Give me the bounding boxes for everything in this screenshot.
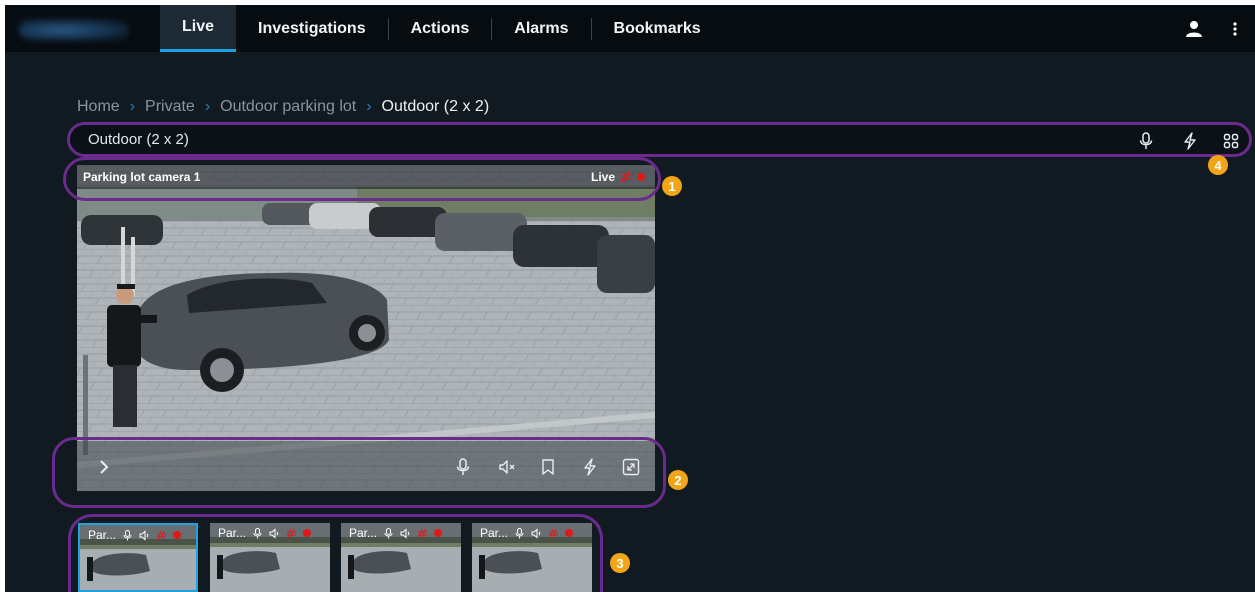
bookmark-icon[interactable] — [539, 458, 557, 476]
motion-icon — [549, 528, 559, 538]
thumbnail-header: Par... — [472, 523, 592, 543]
user-icon[interactable] — [1185, 20, 1203, 38]
camera-thumbnail-4[interactable]: Par... — [472, 523, 592, 592]
tab-alarms[interactable]: Alarms — [492, 5, 590, 52]
breadcrumb: Home › Private › Outdoor parking lot › O… — [77, 97, 489, 117]
microphone-icon — [123, 529, 132, 540]
camera-thumbnail-1[interactable]: Par... — [78, 523, 198, 592]
tab-investigations[interactable]: Investigations — [236, 5, 388, 52]
lightning-icon[interactable] — [1182, 132, 1198, 150]
thumbnail-label: Par... — [349, 526, 378, 540]
tab-actions[interactable]: Actions — [389, 5, 492, 52]
speaker-icon — [139, 529, 149, 541]
kebab-menu-icon[interactable] — [1232, 21, 1238, 37]
tab-live[interactable]: Live — [160, 5, 237, 52]
breadcrumb-outdoor-parking-lot[interactable]: Outdoor parking lot — [220, 98, 356, 116]
thumbnail-header: Par... — [341, 523, 461, 543]
camera-thumbnail-2[interactable]: Par... — [210, 523, 330, 592]
fullscreen-icon[interactable] — [622, 458, 640, 476]
tab-bookmarks[interactable]: Bookmarks — [592, 5, 723, 52]
microphone-icon — [515, 527, 524, 538]
speaker-icon — [531, 527, 541, 539]
callout-badge-4: 4 — [1208, 155, 1228, 175]
chevron-right-icon: › — [366, 98, 372, 115]
microphone-icon — [253, 527, 262, 538]
speaker-icon — [269, 527, 279, 539]
motion-icon — [418, 528, 428, 538]
microphone-icon[interactable] — [454, 458, 472, 476]
breadcrumb-home[interactable]: Home — [77, 98, 120, 116]
logo — [19, 19, 129, 41]
microphone-icon[interactable] — [1138, 132, 1154, 150]
camera-thumbnail-3[interactable]: Par... — [341, 523, 461, 592]
expand-chevron-icon[interactable] — [95, 458, 113, 476]
camera-name: Parking lot camera 1 — [83, 170, 201, 184]
view-toolbar: Outdoor (2 x 2) — [67, 122, 1252, 157]
thumbnail-label: Par... — [480, 526, 509, 540]
motion-icon — [157, 530, 167, 540]
callout-badge-2: 2 — [668, 470, 688, 490]
motion-icon — [287, 528, 297, 538]
camera-tile[interactable]: Parking lot camera 1 Live — [77, 165, 655, 491]
recording-dot-icon — [434, 529, 443, 537]
lightning-icon[interactable] — [581, 458, 599, 476]
grid-layout-icon[interactable] — [1223, 132, 1239, 150]
live-label: Live — [590, 170, 615, 184]
speaker-muted-icon[interactable] — [498, 458, 516, 476]
recording-dot-icon — [303, 529, 312, 537]
camera-header: Parking lot camera 1 Live — [77, 165, 655, 189]
top-nav-bar: Live Investigations Actions Alarms Bookm… — [5, 5, 1255, 52]
callout-badge-1: 1 — [662, 176, 682, 196]
camera-status: Live — [591, 170, 645, 184]
motion-icon — [621, 171, 631, 183]
nav-tabs: Live Investigations Actions Alarms Bookm… — [160, 5, 723, 52]
recording-dot-icon — [173, 531, 182, 539]
thumbnail-label: Par... — [218, 526, 247, 540]
thumbnail-label: Par... — [88, 528, 117, 542]
view-title: Outdoor (2 x 2) — [88, 131, 189, 148]
breadcrumb-private[interactable]: Private — [145, 98, 195, 116]
thumbnail-header: Par... — [80, 525, 196, 545]
breadcrumb-current-view: Outdoor (2 x 2) — [381, 98, 490, 115]
speaker-icon — [400, 527, 410, 539]
camera-controls — [77, 441, 655, 491]
chevron-right-icon: › — [204, 98, 211, 115]
callout-badge-3: 3 — [610, 553, 630, 573]
recording-dot-icon — [565, 529, 574, 537]
chevron-right-icon: › — [129, 98, 136, 115]
app-window: Live Investigations Actions Alarms Bookm… — [5, 5, 1255, 592]
recording-dot-icon — [637, 173, 645, 181]
microphone-icon — [384, 527, 393, 538]
thumbnail-header: Par... — [210, 523, 330, 543]
